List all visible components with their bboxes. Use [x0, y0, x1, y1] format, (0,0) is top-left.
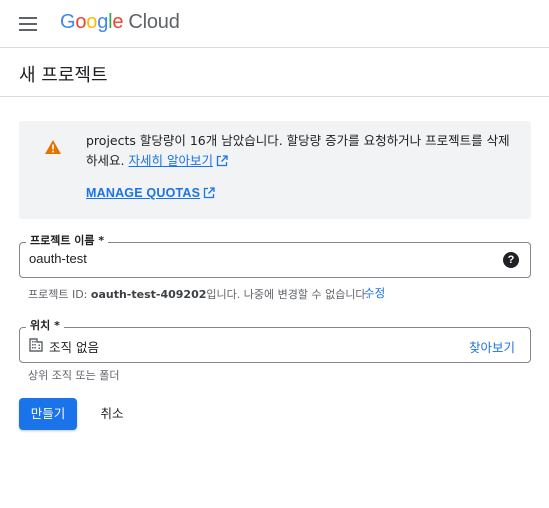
- cancel-button[interactable]: 취소: [89, 398, 135, 430]
- location-hint: 상위 조직 또는 폴더: [28, 369, 120, 382]
- project-name-field: 프로젝트 이름 * ?: [19, 234, 531, 278]
- project-id-hint: 프로젝트 ID: oauth-test-409202입니다. 나중에 변경할 수…: [28, 288, 370, 301]
- organization-icon: [29, 338, 43, 352]
- location-value: 조직 없음: [49, 340, 99, 355]
- quota-warning-text: projects 할당량이 16개 남았습니다. 할당량 증가를 요청하거나 프…: [86, 131, 521, 171]
- location-field: 위치 * 조직 없음 찾아보기: [19, 319, 531, 363]
- learn-more-link[interactable]: 자세히 알아보기: [128, 153, 228, 168]
- help-icon[interactable]: ?: [503, 252, 519, 268]
- create-button[interactable]: 만들기: [19, 398, 77, 430]
- location-label: 위치 *: [26, 319, 64, 333]
- external-link-icon: [204, 187, 215, 199]
- browse-button[interactable]: 찾아보기: [469, 337, 515, 356]
- page-title: 새 프로젝트: [19, 65, 108, 86]
- quota-warning-banner: projects 할당량이 16개 남았습니다. 할당량 증가를 요청하거나 프…: [19, 121, 531, 219]
- edit-project-id-button[interactable]: 수정: [364, 285, 385, 301]
- google-cloud-logo[interactable]: Google Cloud: [60, 11, 180, 34]
- page-header: 새 프로젝트: [0, 48, 549, 97]
- external-link-icon: [216, 155, 228, 167]
- manage-quotas-link[interactable]: MANAGE QUOTAS: [86, 186, 215, 200]
- hamburger-menu-icon[interactable]: [14, 12, 42, 36]
- project-name-input[interactable]: [29, 251, 499, 266]
- top-bar: Google Cloud: [0, 0, 549, 48]
- warning-icon: [45, 140, 61, 154]
- project-id-value: oauth-test-409202: [90, 288, 207, 301]
- project-name-label: 프로젝트 이름 *: [26, 234, 109, 248]
